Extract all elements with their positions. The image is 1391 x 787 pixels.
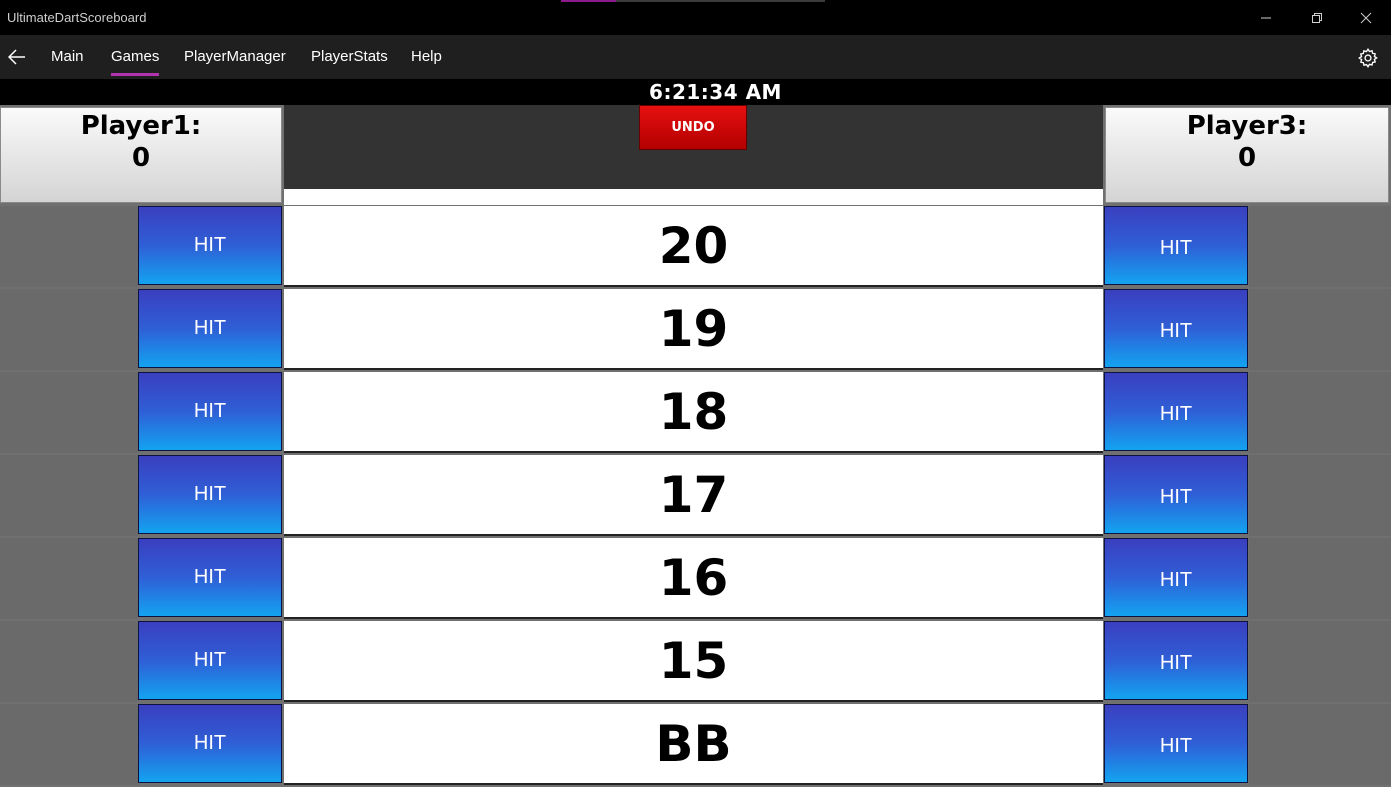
hit-button-right[interactable]: HIT [1104,455,1248,534]
back-arrow-icon [8,49,25,65]
target-row: HIT 16 HIT [0,538,1391,619]
player-name-right: Player3: [1186,111,1308,141]
hit-button-left[interactable]: HIT [138,621,282,700]
target-row: HIT 18 HIT [0,372,1391,453]
player-panel-right: Player3: 0 [1105,107,1389,203]
left-mark-area [0,372,138,453]
right-mark-area [1249,455,1391,536]
center-strip [284,189,1103,205]
target-number: 17 [284,455,1103,536]
nav-item-help[interactable]: Help [411,48,442,65]
target-number: BB [284,704,1103,785]
hit-label: HIT [1159,320,1193,342]
minimize-icon [1261,17,1271,18]
right-mark-area [1249,704,1391,785]
clock-bar: 6:21:34 AM [0,79,1391,105]
title-bar: UltimateDartScoreboard [0,0,1391,35]
settings-button[interactable] [1357,47,1379,69]
target-number: 15 [284,621,1103,702]
hit-button-left[interactable]: HIT [138,289,282,368]
target-row: HIT BB HIT [0,704,1391,785]
right-mark-area [1249,289,1391,370]
left-mark-area [0,538,138,619]
hit-button-right[interactable]: HIT [1104,538,1248,617]
right-mark-area [1249,538,1391,619]
left-mark-area [0,621,138,702]
right-mark-area [1249,372,1391,453]
target-number: 19 [284,289,1103,370]
undo-button[interactable]: UNDO [639,105,747,150]
target-number: 16 [284,538,1103,619]
hit-button-right[interactable]: HIT [1104,621,1248,700]
back-button[interactable] [0,35,34,79]
left-mark-area [0,289,138,370]
hit-label: HIT [1159,237,1193,259]
hit-button-right[interactable]: HIT [1104,704,1248,783]
left-mark-area [0,455,138,536]
player-score-right: 0 [1237,143,1257,173]
close-button[interactable] [1341,0,1391,35]
nav-bar: Main Games PlayerManager PlayerStats Hel… [0,35,1391,79]
target-row: HIT 19 HIT [0,289,1391,370]
nav-item-playermanager[interactable]: PlayerManager [184,48,286,65]
scoreboard: UNDO Player1: 0 Player3: 0 HIT 20 HIT HI… [0,105,1391,787]
hit-button-left[interactable]: HIT [138,455,282,534]
hit-label: HIT [1159,403,1193,425]
hit-button-left[interactable]: HIT [138,372,282,451]
target-row: HIT 15 HIT [0,621,1391,702]
target-number: 20 [284,206,1103,287]
hit-button-right[interactable]: HIT [1104,372,1248,451]
nav-item-games[interactable]: Games [111,48,160,76]
hit-label: HIT [1159,652,1193,674]
window-title: UltimateDartScoreboard [7,10,147,25]
hit-button-right[interactable]: HIT [1104,206,1248,285]
hit-label: HIT [1159,735,1193,757]
hit-button-right[interactable]: HIT [1104,289,1248,368]
player-score-left: 0 [131,143,151,173]
gear-icon [1358,48,1378,68]
target-row: HIT 20 HIT [0,206,1391,287]
target-number: 18 [284,372,1103,453]
left-mark-area [0,206,138,287]
minimize-button[interactable] [1241,0,1291,35]
left-mark-area [0,704,138,785]
right-mark-area [1249,621,1391,702]
nav-item-main[interactable]: Main [51,48,84,65]
target-row: HIT 17 HIT [0,455,1391,536]
hit-button-left[interactable]: HIT [138,538,282,617]
hit-button-left[interactable]: HIT [138,704,282,783]
hit-button-left[interactable]: HIT [138,206,282,285]
nav-item-playerstats[interactable]: PlayerStats [311,48,388,65]
player-name-left: Player1: [80,111,202,141]
close-icon [1360,12,1372,23]
restore-button[interactable] [1292,0,1342,35]
clock-time: 6:21:34 AM [649,80,782,104]
right-mark-area [1249,206,1391,287]
hit-label: HIT [1159,486,1193,508]
restore-icon [1312,12,1322,23]
player-panel-left: Player1: 0 [0,107,282,203]
title-accent [561,0,825,2]
hit-label: HIT [1159,569,1193,591]
